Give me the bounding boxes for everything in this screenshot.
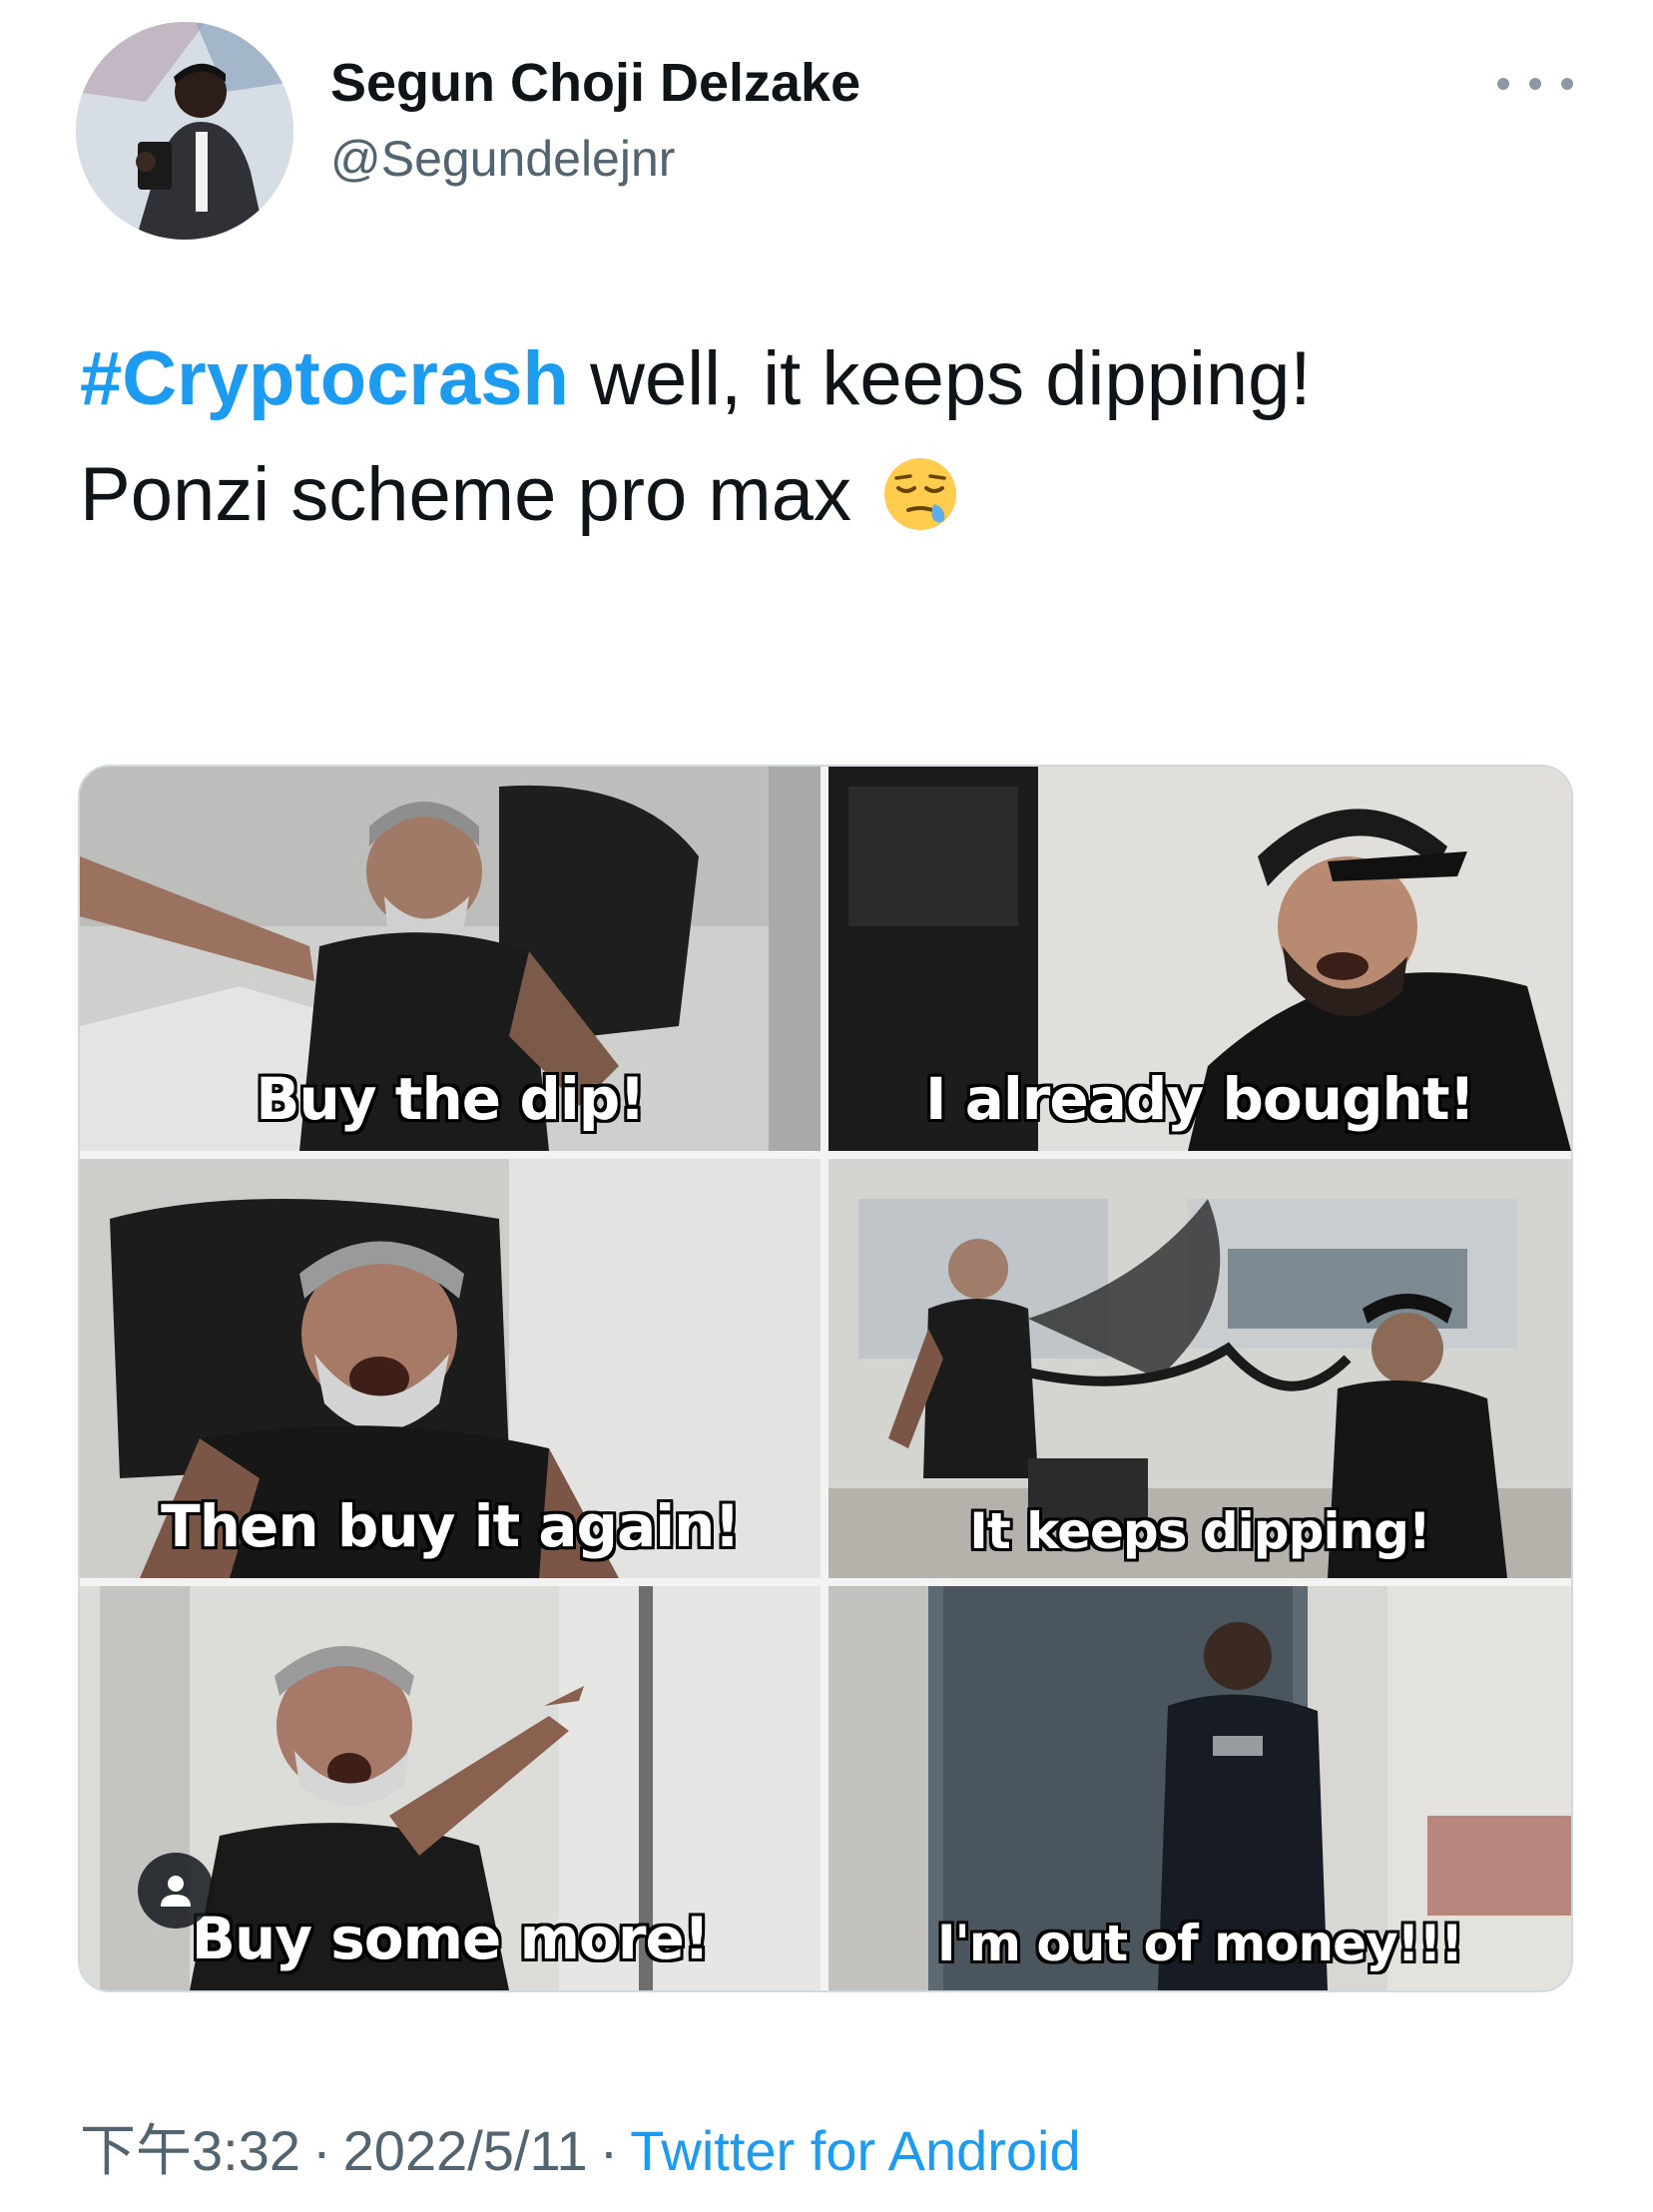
tweet-time[interactable]: 下午3:32 xyxy=(80,2119,300,2182)
tweet-date[interactable]: 2022/5/11 xyxy=(343,2119,588,2182)
tweet-text-line1: well, it keeps dipping! xyxy=(568,336,1312,421)
hashtag-link[interactable]: #Cryptocrash xyxy=(80,336,569,421)
tweet-media-image[interactable]: Buy the dip! I already bought! Then buy … xyxy=(78,765,1573,1992)
meme-caption-2: I already bought! xyxy=(924,1065,1475,1133)
meme-panel-2: I already bought! xyxy=(828,767,1571,1151)
tweet-source-link[interactable]: Twitter for Android xyxy=(630,2119,1080,2182)
meme-caption-4: It keeps dipping! xyxy=(969,1502,1430,1560)
meta-separator: · xyxy=(312,2119,331,2182)
more-options-button[interactable] xyxy=(1497,66,1573,102)
person-icon xyxy=(161,1876,191,1907)
sleepy-face-emoji-icon xyxy=(880,454,960,534)
tagged-users-button[interactable] xyxy=(138,1853,214,1929)
more-dot-icon xyxy=(1497,78,1509,90)
author-avatar[interactable] xyxy=(76,22,293,240)
more-dot-icon xyxy=(1561,78,1573,90)
author-handle[interactable]: @Segundelejnr xyxy=(330,130,675,188)
meme-panel-3: Then buy it again! xyxy=(80,1159,821,1578)
meme-panel-4: It keeps dipping! xyxy=(828,1159,1571,1578)
meta-separator: · xyxy=(599,2119,619,2182)
meme-caption-3: Then buy it again! xyxy=(161,1492,741,1560)
meme-caption-1: Buy the dip! xyxy=(256,1065,645,1133)
tweet-metadata: 下午3:32 · 2022/5/11 · Twitter for Android xyxy=(80,2106,1081,2187)
meme-caption-6: I'm out of money!!! xyxy=(936,1915,1463,1972)
avatar-photo xyxy=(76,22,293,240)
more-dot-icon xyxy=(1529,78,1541,90)
meme-panel-5: Buy some more! xyxy=(80,1586,821,1990)
meme-panel-1: Buy the dip! xyxy=(80,767,821,1151)
meme-panel-6: I'm out of money!!! xyxy=(828,1586,1571,1990)
tweet-text: #Cryptocrash well, it keeps dipping! Pon… xyxy=(80,321,1577,553)
tweet-text-line2: Ponzi scheme pro max xyxy=(80,452,851,537)
author-display-name[interactable]: Segun Choji Delzake xyxy=(330,52,860,114)
